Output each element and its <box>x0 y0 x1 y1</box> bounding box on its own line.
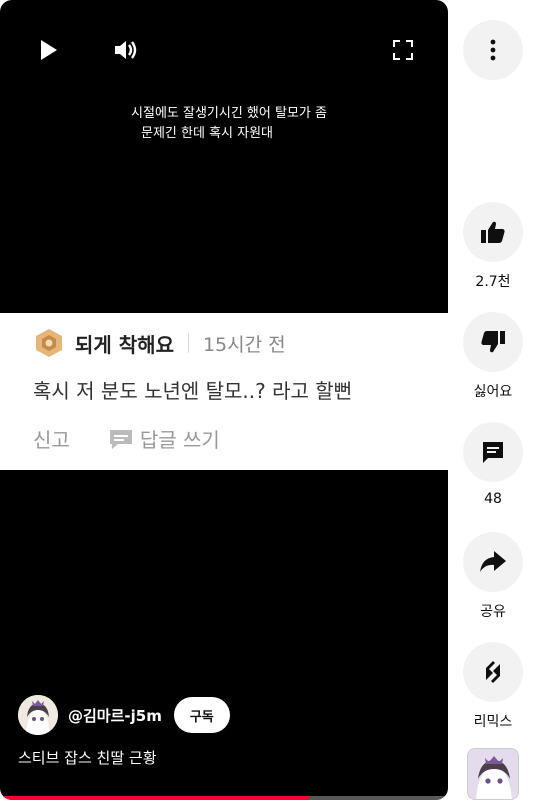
comments-group: 48 <box>463 422 523 507</box>
channel-avatar[interactable] <box>18 695 58 735</box>
more-options <box>463 20 523 80</box>
subscribe-button[interactable]: 구독 <box>173 697 230 733</box>
comments-button[interactable] <box>463 422 523 482</box>
comment-time: 15시간 전 <box>202 333 286 356</box>
comment-author[interactable]: 되게 착해요 <box>75 329 174 358</box>
more-button[interactable] <box>463 20 523 80</box>
thumb-down-icon <box>481 331 505 353</box>
reply-button[interactable]: 답글 쓰기 <box>108 424 220 453</box>
dislike-button[interactable] <box>463 312 523 372</box>
remix-icon <box>486 661 500 683</box>
share-group: 공유 <box>463 532 523 621</box>
comment-header: 되게 착해요 15시간 전 <box>33 327 286 359</box>
share-button[interactable] <box>463 532 523 592</box>
volume-button[interactable] <box>106 30 146 70</box>
divider <box>187 333 189 353</box>
fullscreen-icon <box>393 40 413 60</box>
comment-actions: 신고 답글 쓰기 <box>33 424 220 453</box>
thumb-up-icon <box>481 221 505 243</box>
channel-thumbnail[interactable] <box>467 748 519 800</box>
remix-label: 리믹스 <box>473 714 513 730</box>
thumbnail-image <box>468 749 518 799</box>
play-button[interactable] <box>28 30 68 70</box>
reply-label: 답글 쓰기 <box>139 428 220 452</box>
comment-card: 되게 착해요 15시간 전 혹시 저 분도 노년엔 탈모..? 라고 할뻔 신고… <box>0 313 448 470</box>
video-title[interactable]: 스티브 잡스 친딸 근황 <box>18 747 157 768</box>
dislike-label: 싫어요 <box>473 384 513 400</box>
caption-line-2: 문제긴 한데 혹시 자원대 <box>141 126 273 141</box>
fullscreen-button[interactable] <box>383 30 423 70</box>
share-icon <box>480 551 506 572</box>
more-vert-icon <box>490 39 496 61</box>
remix-button[interactable] <box>463 642 523 702</box>
like-count: 2.7천 <box>475 274 511 290</box>
like-button[interactable] <box>463 202 523 262</box>
channel-row: @김마르-j5m 구독 <box>18 695 230 735</box>
comment-text: 혹시 저 분도 노년엔 탈모..? 라고 할뻔 <box>33 379 353 403</box>
comment-bubble-icon <box>109 429 132 449</box>
report-link[interactable]: 신고 <box>33 424 70 453</box>
comment-count: 48 <box>484 491 502 507</box>
remix-group: 리믹스 <box>463 642 523 731</box>
volume-icon <box>115 41 137 59</box>
progress-fill <box>0 796 310 800</box>
shorts-player[interactable]: 시절에도 잘생기시긴 했어 탈모가 좀 문제긴 한데 혹시 자원대 되게 착해요… <box>0 0 448 800</box>
play-icon <box>41 40 57 60</box>
user-badge-icon <box>36 329 62 357</box>
like-group: 2.7천 <box>463 202 523 291</box>
caption-line-1: 시절에도 잘생기시긴 했어 탈모가 좀 <box>131 106 327 121</box>
video-caption: 시절에도 잘생기시긴 했어 탈모가 좀 문제긴 한데 혹시 자원대 <box>0 104 448 144</box>
channel-handle[interactable]: @김마르-j5m <box>68 705 162 726</box>
dislike-group: 싫어요 <box>463 312 523 401</box>
share-label: 공유 <box>480 604 506 620</box>
comment-icon <box>483 442 503 463</box>
avatar-image <box>18 695 58 735</box>
progress-bar[interactable] <box>0 796 448 800</box>
